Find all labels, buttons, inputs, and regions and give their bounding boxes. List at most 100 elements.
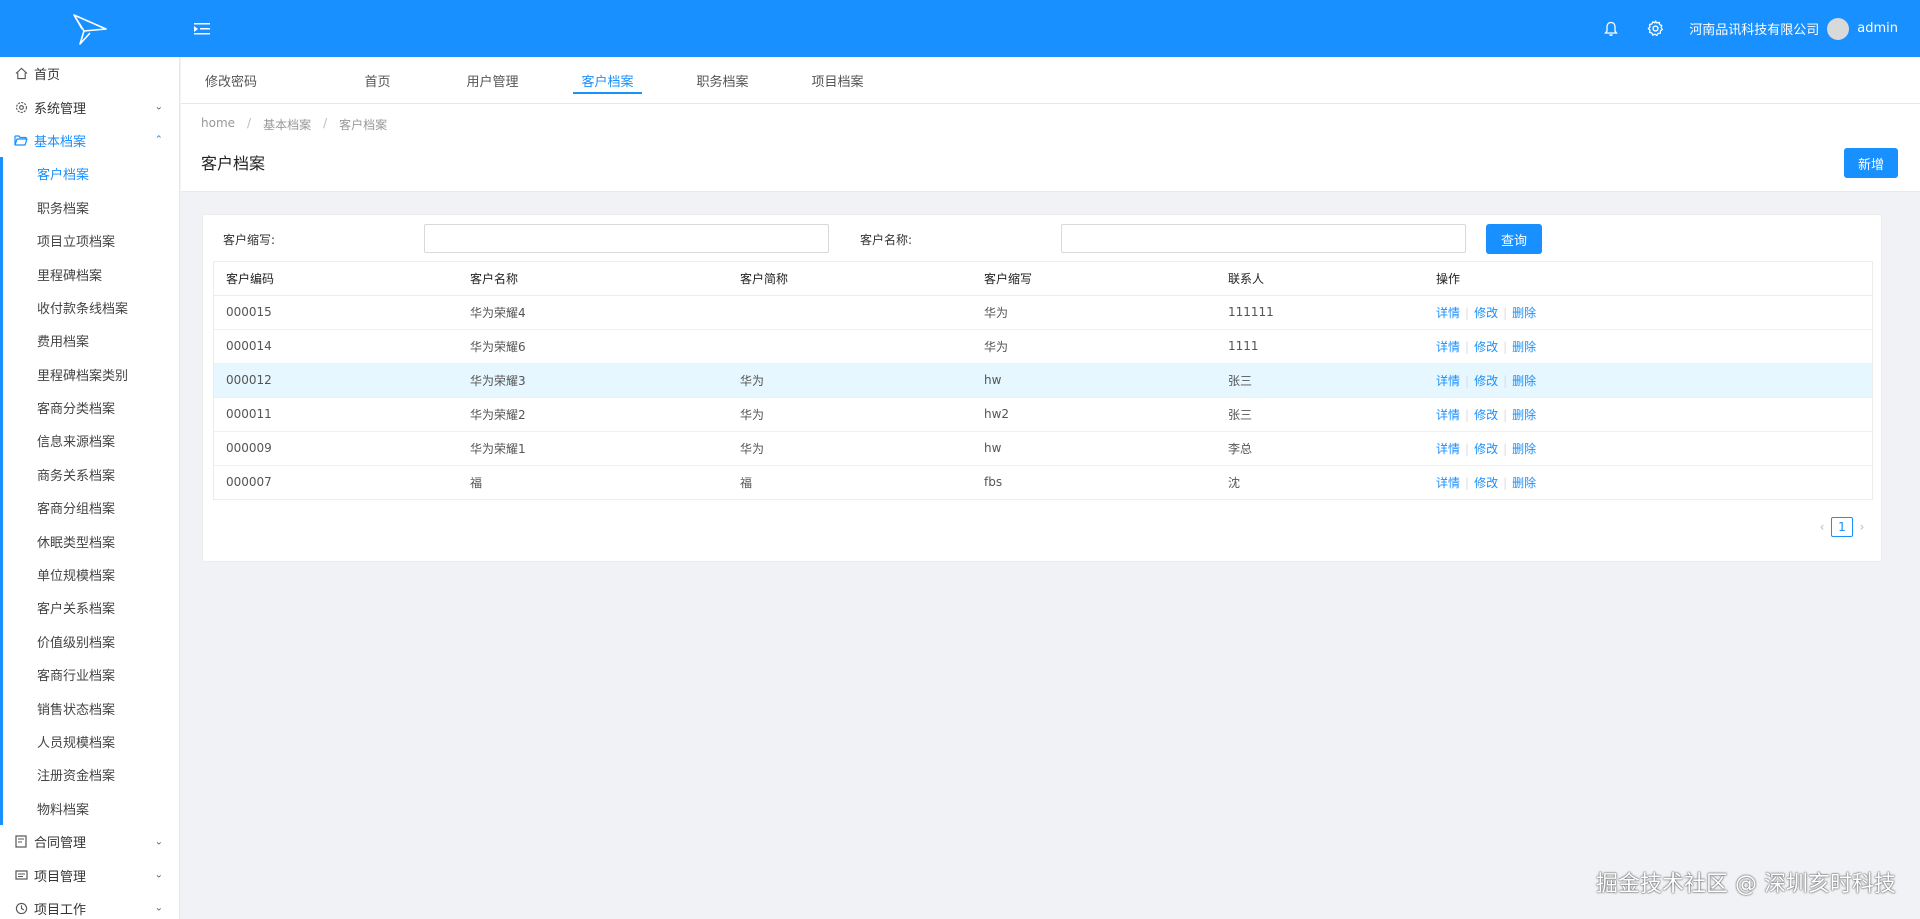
tab-customer-archive[interactable]: 客户档案 (550, 57, 665, 104)
page-number-current[interactable]: 1 (1831, 517, 1853, 537)
app-logo[interactable] (0, 0, 180, 57)
delete-link[interactable]: 删除 (1512, 374, 1536, 388)
content-card: 客户缩写: 客户名称: 查询 客户编码 客户名称 客户简称 客户缩写 联系人 操… (202, 214, 1882, 562)
add-button[interactable]: 新增 (1844, 148, 1898, 178)
sidebar-subitem-expense-archive[interactable]: 费用档案 (3, 324, 179, 357)
abbr-label: 客户缩写: (223, 233, 276, 247)
table-row[interactable]: 000011 华为荣耀2 华为 hw2 张三 详情 | 修改 | 删除 (214, 397, 1872, 432)
sidebar-subitem-payment-line-archive[interactable]: 收付款条线档案 (3, 291, 179, 324)
cell-short: 华为 (728, 363, 972, 398)
detail-link[interactable]: 详情 (1436, 408, 1460, 422)
edit-link[interactable]: 修改 (1474, 306, 1498, 320)
prev-page-button[interactable]: ‹ (1813, 520, 1831, 534)
col-header-actions: 操作 (1424, 262, 1872, 296)
table-row[interactable]: 000014 华为荣耀6 华为 1111 详情 | 修改 | 删除 (214, 329, 1872, 364)
bell-icon (1604, 21, 1619, 36)
sidebar-subitem-registered-capital[interactable]: 注册资金档案 (3, 758, 179, 791)
notification-button[interactable] (1601, 19, 1621, 39)
tab-user-management[interactable]: 用户管理 (435, 57, 550, 104)
sidebar-subitem-merchant-category[interactable]: 客商分类档案 (3, 391, 179, 424)
breadcrumb-home[interactable]: home (201, 116, 235, 133)
next-page-button[interactable]: › (1853, 520, 1871, 534)
sidebar-item-home[interactable]: 首页 (0, 57, 179, 90)
action-divider: | (1465, 475, 1470, 490)
sidebar-subitem-material-archive[interactable]: 物料档案 (3, 792, 179, 825)
sidebar-subitem-merchant-industry[interactable]: 客商行业档案 (3, 658, 179, 691)
breadcrumb-basic-archive[interactable]: 基本档案 (263, 116, 311, 133)
delete-link[interactable]: 删除 (1512, 476, 1536, 490)
sidebar-subitem-value-level[interactable]: 价值级别档案 (3, 625, 179, 658)
sidebar-subitem-customer-archive[interactable]: 客户档案 (3, 157, 179, 190)
edit-link[interactable]: 修改 (1474, 374, 1498, 388)
table-row[interactable]: 000007 福 福 fbs 沈 详情 | 修改 | 删除 (214, 465, 1872, 499)
page-tabs: 修改密码 首页 用户管理 客户档案 职务档案 项目档案 (181, 57, 1920, 104)
sidebar-subitem-customer-relation[interactable]: 客户关系档案 (3, 591, 179, 624)
watermark: 掘金技术社区 @ 深圳亥时科技 (1596, 872, 1896, 897)
sidebar-subitem-staff-scale[interactable]: 人员规模档案 (3, 725, 179, 758)
sidebar-item-contract[interactable]: 合同管理 ⌄ (0, 825, 179, 858)
delete-link[interactable]: 删除 (1512, 442, 1536, 456)
sidebar-item-project-manage[interactable]: 项目管理 ⌄ (0, 858, 179, 891)
tab-position-archive[interactable]: 职务档案 (665, 57, 780, 104)
cell-actions: 详情 | 修改 | 删除 (1424, 363, 1872, 398)
cell-code: 000007 (226, 475, 272, 490)
table-row[interactable]: 000012 华为荣耀3 华为 hw 张三 详情 | 修改 | 删除 (214, 363, 1872, 398)
delete-link[interactable]: 删除 (1512, 408, 1536, 422)
action-divider: | (1465, 339, 1470, 354)
detail-link[interactable]: 详情 (1436, 476, 1460, 490)
avatar[interactable] (1827, 17, 1850, 40)
menu-fold-button[interactable] (190, 17, 214, 41)
sidebar-subitem-dormant-type[interactable]: 休眠类型档案 (3, 524, 179, 557)
tab-change-password[interactable]: 修改密码 (205, 57, 320, 104)
table-row[interactable]: 000009 华为荣耀1 华为 hw 李总 详情 | 修改 | 删除 (214, 431, 1872, 466)
cell-abbr: hw2 (972, 397, 1216, 432)
detail-link[interactable]: 详情 (1436, 340, 1460, 354)
edit-link[interactable]: 修改 (1474, 340, 1498, 354)
query-button[interactable]: 查询 (1486, 224, 1542, 254)
chevron-down-icon: ⌄ (154, 101, 163, 113)
sidebar-subitem-milestone-archive[interactable]: 里程碑档案 (3, 257, 179, 290)
sidebar-subitem-business-relation[interactable]: 商务关系档案 (3, 458, 179, 491)
tab-project-archive[interactable]: 项目档案 (780, 57, 895, 104)
sidebar-item-project-work[interactable]: 项目工作 ⌄ (0, 892, 179, 919)
cell-actions: 详情 | 修改 | 删除 (1424, 465, 1872, 499)
home-icon (14, 67, 28, 81)
detail-link[interactable]: 详情 (1436, 442, 1460, 456)
edit-link[interactable]: 修改 (1474, 476, 1498, 490)
clock-icon (14, 901, 28, 915)
detail-link[interactable]: 详情 (1436, 374, 1460, 388)
col-header-abbr: 客户缩写 (972, 262, 1216, 296)
username[interactable]: admin (1857, 21, 1898, 36)
chevron-down-icon: ⌄ (154, 869, 163, 881)
cell-name: 华为荣耀3 (458, 363, 728, 398)
pagination: ‹ 1 › (1813, 517, 1871, 537)
sidebar-item-system[interactable]: 系统管理 ⌄ (0, 90, 179, 123)
settings-button[interactable] (1645, 19, 1665, 39)
chevron-down-icon: ⌄ (154, 836, 163, 848)
customer-table: 客户编码 客户名称 客户简称 客户缩写 联系人 操作 000015 华为荣耀4 … (213, 261, 1873, 500)
sidebar-subitem-milestone-category[interactable]: 里程碑档案类别 (3, 358, 179, 391)
edit-link[interactable]: 修改 (1474, 408, 1498, 422)
tab-home[interactable]: 首页 (320, 57, 435, 104)
delete-link[interactable]: 删除 (1512, 306, 1536, 320)
delete-link[interactable]: 删除 (1512, 340, 1536, 354)
sidebar-subitem-info-source[interactable]: 信息来源档案 (3, 424, 179, 457)
sidebar-subitem-merchant-group[interactable]: 客商分组档案 (3, 491, 179, 524)
name-input[interactable] (1061, 224, 1466, 253)
sidebar-item-basic-archive[interactable]: 基本档案 ⌃ (0, 124, 179, 157)
action-divider: | (1465, 441, 1470, 456)
chevron-down-icon: ⌄ (154, 902, 163, 914)
header-right: 河南品讯科技有限公司 admin (1601, 17, 1920, 40)
sidebar-subitem-unit-scale[interactable]: 单位规模档案 (3, 558, 179, 591)
sidebar-subitem-position-archive[interactable]: 职务档案 (3, 191, 179, 224)
sidebar-subitem-project-setup-archive[interactable]: 项目立项档案 (3, 224, 179, 257)
cell-name: 华为荣耀6 (458, 329, 728, 364)
detail-link[interactable]: 详情 (1436, 306, 1460, 320)
cell-name: 华为荣耀1 (458, 431, 728, 466)
breadcrumb-separator: / (323, 116, 328, 130)
edit-link[interactable]: 修改 (1474, 442, 1498, 456)
abbr-input[interactable] (424, 224, 829, 253)
table-row[interactable]: 000015 华为荣耀4 华为 111111 详情 | 修改 | 删除 (214, 295, 1872, 330)
sidebar-subitem-sales-status[interactable]: 销售状态档案 (3, 691, 179, 724)
cell-abbr: 华为 (972, 295, 1216, 330)
